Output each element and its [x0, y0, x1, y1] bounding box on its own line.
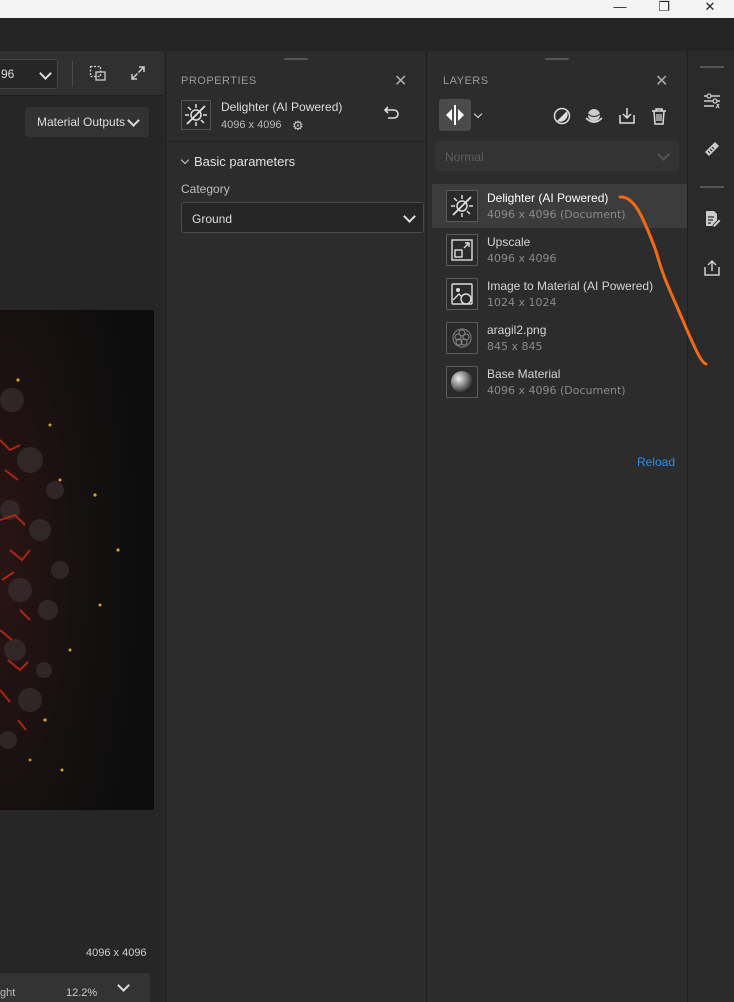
mask-icon[interactable]	[553, 107, 571, 125]
chevron-down-icon	[403, 210, 416, 223]
layer-name: Delighter (AI Powered)	[487, 191, 609, 205]
layer-item[interactable]: Base Material 4096 x 4096 (Document)	[432, 360, 687, 404]
gear-icon[interactable]: ⚙	[292, 118, 304, 134]
chevron-down-icon[interactable]	[473, 109, 483, 119]
delight-icon	[446, 190, 478, 222]
layer-item[interactable]: Upscale 4096 x 4096	[432, 228, 687, 272]
fullscreen-icon[interactable]	[130, 65, 146, 81]
viewport-toolbar: 96	[0, 51, 164, 96]
trash-icon[interactable]	[651, 107, 667, 125]
material-preview-canvas[interactable]	[0, 310, 154, 810]
add-material-icon[interactable]	[584, 106, 604, 126]
tool-rail	[687, 51, 734, 1002]
material-outputs-dropdown[interactable]: Material Outputs	[25, 107, 149, 137]
zoom-level[interactable]: 12.2%	[66, 987, 97, 999]
layer-size: 4096 x 4096 (Document)	[487, 384, 626, 397]
window-title-bar: — ❐ ✕	[0, 0, 734, 18]
reset-icon[interactable]	[382, 106, 400, 120]
layer-name: Upscale	[487, 235, 531, 249]
blend-mode-select[interactable]: Normal	[435, 141, 679, 171]
layer-name: aragil2.png	[487, 323, 547, 337]
properties-divider	[166, 141, 426, 142]
lighting-label[interactable]: ght	[0, 987, 15, 999]
document-edit-icon[interactable]	[702, 209, 722, 229]
chevron-down-icon	[127, 114, 140, 127]
upscale-icon	[446, 234, 478, 266]
layer-item[interactable]: aragil2.png 845 x 845	[432, 316, 687, 360]
chevron-down-icon	[180, 155, 190, 165]
close-properties-button[interactable]: ✕	[394, 71, 407, 91]
layer-size: 4096 x 4096 (Document)	[487, 208, 626, 221]
texture-preview	[0, 310, 154, 810]
ruler-icon[interactable]	[702, 139, 722, 159]
chevron-down-icon[interactable]	[117, 979, 130, 992]
viewport-resolution-text: 4096 x 4096	[86, 947, 147, 959]
layer-name: Image to Material (AI Powered)	[487, 279, 654, 293]
close-window-button[interactable]: ✕	[690, 0, 730, 18]
import-icon[interactable]	[618, 107, 636, 125]
layer-size: 4096 x 4096	[487, 252, 557, 265]
layers-title: LAYERS	[443, 75, 489, 87]
basic-parameters-section[interactable]: Basic parameters	[180, 154, 296, 169]
resolution-select-value: 96	[1, 67, 15, 81]
split-view-icon	[446, 105, 464, 125]
panel-resize-handle[interactable]	[284, 58, 308, 60]
chevron-down-icon	[39, 67, 52, 80]
category-select[interactable]: Ground	[181, 202, 424, 233]
properties-title: PROPERTIES	[181, 75, 257, 87]
export-icon[interactable]	[702, 258, 722, 278]
category-select-value: Ground	[192, 212, 233, 226]
properties-panel: PROPERTIES ✕ Delighter (AI Powered) 4096…	[165, 51, 426, 1002]
layer-mode-button[interactable]	[439, 99, 471, 131]
layer-item[interactable]: Image to Material (AI Powered) 1024 x 10…	[432, 272, 687, 316]
sphere-icon	[446, 366, 478, 398]
layers-panel: LAYERS ✕ Normal Delighter (AI Powered) 4…	[426, 51, 687, 1002]
menu-bar	[0, 18, 734, 51]
image-thumbnail-icon	[446, 322, 478, 354]
close-layers-button[interactable]: ✕	[655, 71, 668, 91]
adjustments-icon[interactable]	[702, 91, 722, 111]
chevron-down-icon	[657, 148, 670, 161]
minimize-button[interactable]: —	[600, 0, 640, 18]
toolbar-divider	[72, 61, 73, 87]
rail-divider	[700, 186, 724, 188]
panel-resize-handle[interactable]	[545, 58, 569, 60]
frame-selection-icon[interactable]	[89, 65, 109, 83]
layer-item[interactable]: Delighter (AI Powered) 4096 x 4096 (Docu…	[432, 184, 687, 228]
property-layer-size: 4096 x 4096	[221, 119, 282, 131]
reload-link[interactable]: Reload	[637, 455, 675, 469]
blend-mode-value: Normal	[445, 150, 484, 164]
layer-size: 845 x 845	[487, 340, 543, 353]
delight-icon	[181, 100, 211, 130]
viewport-panel: 96 Material Outputs 4096 x 4096 ght 12.2…	[0, 51, 164, 1002]
layer-name: Base Material	[487, 367, 561, 381]
category-label: Category	[181, 182, 230, 196]
resolution-select[interactable]: 96	[0, 59, 58, 89]
rail-divider	[700, 66, 724, 68]
layer-size: 1024 x 1024	[487, 296, 557, 309]
material-outputs-label: Material Outputs	[37, 115, 126, 129]
image-to-material-icon	[446, 278, 478, 310]
restore-button[interactable]: ❐	[644, 0, 684, 18]
basic-parameters-label: Basic parameters	[194, 154, 296, 169]
property-layer-name: Delighter (AI Powered)	[221, 100, 343, 114]
